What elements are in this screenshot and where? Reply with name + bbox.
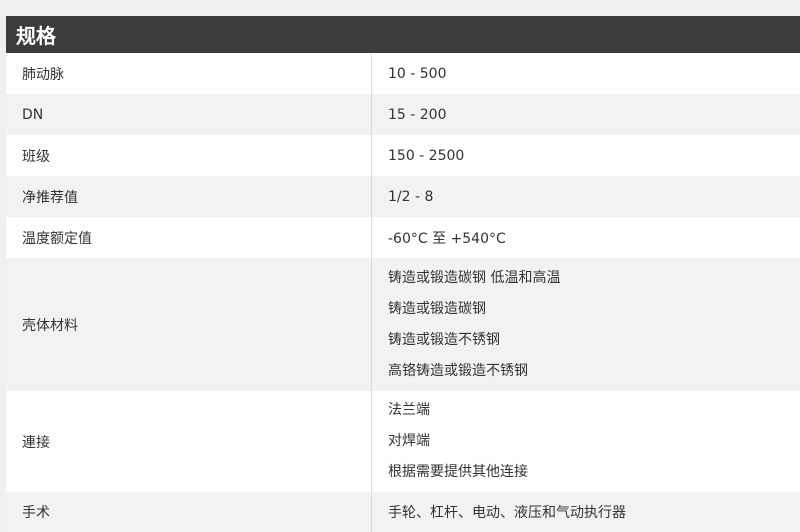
spec-header: 规格 <box>6 16 800 53</box>
row-label: 净推荐值 <box>6 176 372 217</box>
spec-table: 规格 肺动脉 10 - 500 DN 15 - 200 班级 150 - 250… <box>6 16 800 532</box>
spec-row-pulmonary: 肺动脉 10 - 500 <box>6 53 800 94</box>
row-label: 連接 <box>6 391 372 492</box>
spec-row-temperature: 温度额定值 -60°C 至 +540°C <box>6 217 800 258</box>
row-label: 壳体材料 <box>6 258 372 391</box>
row-value-cell: 15 - 200 <box>372 94 800 135</box>
row-label: DN <box>6 94 372 135</box>
row-value: 10 - 500 <box>388 65 447 82</box>
row-value-cell: 150 - 2500 <box>372 135 800 176</box>
row-value: 法兰端 <box>388 402 430 418</box>
row-value-cell: 1/2 - 8 <box>372 176 800 217</box>
spec-row-connection: 連接 法兰端 对焊端 根据需要提供其他连接 <box>6 391 800 492</box>
row-value: 铸造或锻造碳钢 <box>388 300 486 317</box>
row-value-cell: 铸造或锻造碳钢 低温和高温 铸造或锻造碳钢 铸造或锻造不锈钢 高铬铸造或锻造不锈… <box>372 258 800 391</box>
row-value: 对焊端 <box>388 433 430 449</box>
row-value-cell: -60°C 至 +540°C <box>372 217 800 258</box>
row-value: 150 - 2500 <box>388 147 465 164</box>
row-value-cell: 10 - 500 <box>372 53 800 94</box>
row-value: 根据需要提供其他连接 <box>388 464 528 480</box>
spec-row-npv: 净推荐值 1/2 - 8 <box>6 176 800 217</box>
row-value: 手轮、杠杆、电动、液压和气动执行器 <box>388 505 626 521</box>
row-label: 温度额定值 <box>6 217 372 258</box>
spec-row-class: 班级 150 - 2500 <box>6 135 800 176</box>
spec-row-dn: DN 15 - 200 <box>6 94 800 135</box>
spec-title: 规格 <box>16 24 56 48</box>
row-value: 高铬铸造或锻造不锈钢 <box>388 362 528 379</box>
row-label: 手术 <box>6 492 372 532</box>
row-value-cell: 法兰端 对焊端 根据需要提供其他连接 <box>372 391 800 492</box>
row-value: 铸造或锻造不锈钢 <box>388 331 500 348</box>
row-label: 肺动脉 <box>6 53 372 94</box>
row-value: -60°C 至 +540°C <box>388 230 506 247</box>
row-label: 班级 <box>6 135 372 176</box>
spec-row-operation: 手术 手轮、杠杆、电动、液压和气动执行器 <box>6 492 800 532</box>
row-value: 1/2 - 8 <box>388 188 434 205</box>
row-value-cell: 手轮、杠杆、电动、液压和气动执行器 <box>372 492 800 532</box>
spec-row-body-material: 壳体材料 铸造或锻造碳钢 低温和高温 铸造或锻造碳钢 铸造或锻造不锈钢 高铬铸造… <box>6 258 800 391</box>
row-value: 铸造或锻造碳钢 低温和高温 <box>388 269 561 286</box>
row-value: 15 - 200 <box>388 106 447 123</box>
